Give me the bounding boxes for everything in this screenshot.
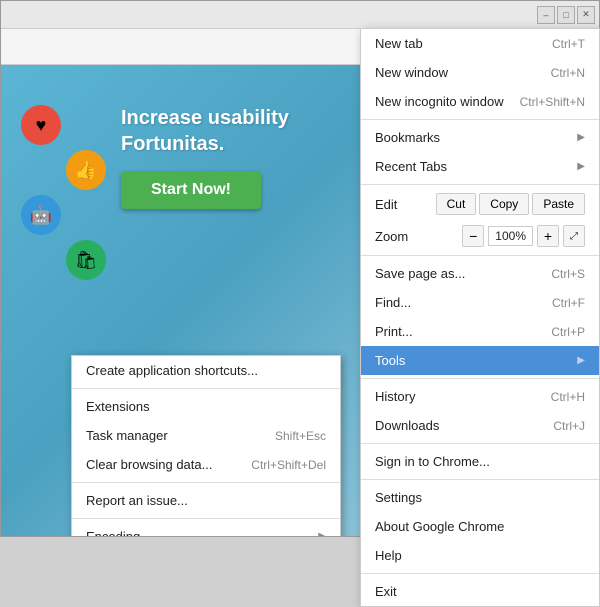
- robot-icon: 🤖: [21, 195, 61, 235]
- zoom-value: 100%: [488, 226, 533, 246]
- create-shortcuts-item[interactable]: Create application shortcuts...: [72, 356, 340, 385]
- new-window-item[interactable]: New window Ctrl+N: [361, 58, 599, 87]
- history-item[interactable]: History Ctrl+H: [361, 382, 599, 411]
- menu-divider-2: [361, 184, 599, 185]
- submenu-divider-1: [72, 388, 340, 389]
- zoom-row: Zoom − 100% + ⤢: [361, 220, 599, 252]
- report-issue-item[interactable]: Report an issue...: [72, 486, 340, 515]
- decorative-icons: ♥ 👍 🤖 🛍: [11, 95, 111, 295]
- help-item[interactable]: Help: [361, 541, 599, 570]
- save-page-item[interactable]: Save page as... Ctrl+S: [361, 259, 599, 288]
- chrome-menu: New tab Ctrl+T New window Ctrl+N New inc…: [360, 28, 600, 607]
- menu-divider-4: [361, 378, 599, 379]
- hero-title: Increase usabilityFortunitas.: [121, 105, 341, 157]
- hero-section: Increase usabilityFortunitas. Start Now!: [121, 105, 341, 209]
- maximize-button[interactable]: □: [557, 6, 575, 24]
- zoom-controls: − 100% + ⤢: [462, 225, 585, 247]
- clear-browsing-item[interactable]: Clear browsing data... Ctrl+Shift+Del: [72, 450, 340, 479]
- menu-divider-1: [361, 119, 599, 120]
- close-button[interactable]: ✕: [577, 6, 595, 24]
- downloads-item[interactable]: Downloads Ctrl+J: [361, 411, 599, 440]
- title-bar: – □ ✕: [1, 1, 599, 29]
- find-item[interactable]: Find... Ctrl+F: [361, 288, 599, 317]
- edit-row: Edit Cut Copy Paste: [361, 188, 599, 220]
- menu-divider-5: [361, 443, 599, 444]
- zoom-in-button[interactable]: +: [537, 225, 559, 247]
- print-item[interactable]: Print... Ctrl+P: [361, 317, 599, 346]
- menu-divider-7: [361, 573, 599, 574]
- sign-in-item[interactable]: Sign in to Chrome...: [361, 447, 599, 476]
- extensions-item[interactable]: Extensions: [72, 392, 340, 421]
- browser-window: – □ ✕ ☆ ≡ Support ♥ 👍 🤖 🛍 Increase usabi…: [0, 0, 600, 537]
- task-manager-item[interactable]: Task manager Shift+Esc: [72, 421, 340, 450]
- submenu-divider-3: [72, 518, 340, 519]
- bookmarks-item[interactable]: Bookmarks ▶: [361, 123, 599, 152]
- fullscreen-button[interactable]: ⤢: [563, 225, 585, 247]
- bag-icon: 🛍: [66, 240, 106, 280]
- recent-tabs-item[interactable]: Recent Tabs ▶: [361, 152, 599, 181]
- copy-button[interactable]: Copy: [479, 193, 529, 215]
- heart-icon: ♥: [21, 105, 61, 145]
- tools-item[interactable]: Tools ▶: [361, 346, 599, 375]
- paste-button[interactable]: Paste: [532, 193, 585, 215]
- thumb-icon: 👍: [66, 150, 106, 190]
- menu-divider-3: [361, 255, 599, 256]
- submenu-divider-2: [72, 482, 340, 483]
- start-now-button[interactable]: Start Now!: [121, 171, 261, 209]
- edit-buttons: Cut Copy Paste: [436, 193, 585, 215]
- settings-item[interactable]: Settings: [361, 483, 599, 512]
- zoom-out-button[interactable]: −: [462, 225, 484, 247]
- new-tab-item[interactable]: New tab Ctrl+T: [361, 29, 599, 58]
- minimize-button[interactable]: –: [537, 6, 555, 24]
- cut-button[interactable]: Cut: [436, 193, 477, 215]
- encoding-item[interactable]: Encoding ▶: [72, 522, 340, 536]
- tools-submenu: Create application shortcuts... Extensio…: [71, 355, 341, 536]
- incognito-item[interactable]: New incognito window Ctrl+Shift+N: [361, 87, 599, 116]
- menu-divider-6: [361, 479, 599, 480]
- exit-item[interactable]: Exit: [361, 577, 599, 606]
